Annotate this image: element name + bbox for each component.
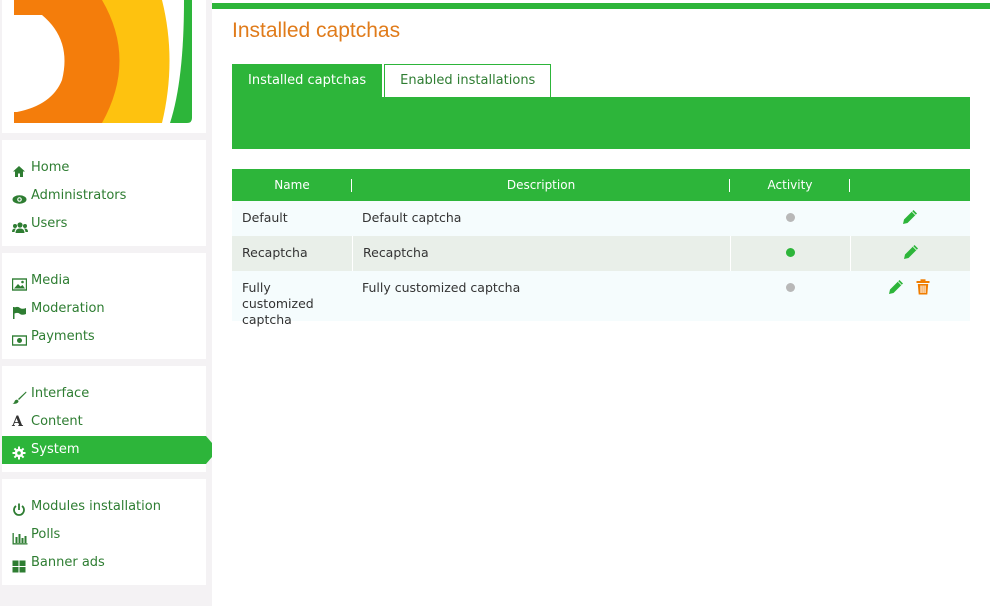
sidebar-item-label: Modules installation	[31, 499, 161, 514]
edit-icon[interactable]	[902, 209, 918, 225]
cell-activity	[730, 201, 850, 236]
sidebar-item-label: Home	[31, 160, 70, 175]
column-header-actions	[850, 169, 970, 201]
sidebar-item-label: Content	[31, 414, 83, 429]
trash-icon[interactable]	[916, 279, 932, 295]
tab-installed-captchas[interactable]: Installed captchas	[232, 64, 383, 97]
cell-actions	[850, 271, 970, 321]
cell-actions	[850, 236, 970, 271]
nav-group-extras: Modules installation Polls Banner ads	[2, 479, 206, 585]
sidebar-item-system[interactable]: System	[2, 436, 218, 464]
sidebar-item-polls[interactable]: Polls	[2, 521, 206, 549]
cell-name: Default	[242, 210, 288, 225]
sidebar-item-administrators[interactable]: Administrators	[2, 182, 206, 210]
captcha-table: Name Description Activity Default Defaul…	[232, 169, 970, 327]
cell-activity	[730, 271, 850, 321]
sidebar-item-moderation[interactable]: Moderation	[2, 295, 206, 323]
active-status-dot[interactable]	[786, 248, 795, 257]
sidebar-item-banner-ads[interactable]: Banner ads	[2, 549, 206, 577]
flag-icon	[12, 302, 28, 319]
cell-name: Recaptcha	[242, 245, 308, 260]
eye-icon	[12, 189, 28, 204]
cell-activity	[730, 236, 850, 271]
sidebar-item-payments[interactable]: Payments	[2, 323, 206, 351]
inactive-status-dot[interactable]	[785, 283, 795, 292]
sidebar-item-label: Administrators	[31, 188, 127, 203]
sidebar-item-label: Polls	[31, 527, 61, 542]
cell-actions	[850, 201, 970, 236]
cell-name: Fully customized captcha	[242, 280, 314, 327]
home-icon	[12, 161, 28, 177]
sidebar-item-users[interactable]: Users	[2, 210, 206, 238]
cell-description: Recaptcha	[352, 236, 730, 271]
sidebar-item-content[interactable]: A Content	[2, 408, 206, 436]
bar-chart-icon	[12, 528, 28, 545]
logo	[2, 0, 206, 133]
image-icon	[11, 274, 28, 291]
page-title: Installed captchas	[232, 19, 401, 42]
gear-icon	[12, 443, 28, 460]
money-icon	[11, 330, 28, 346]
edit-icon[interactable]	[903, 244, 919, 260]
sidebar-item-home[interactable]: Home	[2, 154, 206, 182]
sidebar: Home Administrators Users Media Moderati…	[0, 0, 218, 606]
column-header-name[interactable]: Name	[232, 169, 352, 201]
cell-description: Default captcha	[362, 210, 462, 225]
nav-group-content: Media Moderation Payments	[2, 253, 206, 359]
nav-group-settings: Interface A Content System	[2, 366, 218, 472]
table-row[interactable]: Default Default captcha	[232, 201, 970, 236]
cell-description: Fully customized captcha	[362, 280, 521, 295]
sidebar-item-modules-installation[interactable]: Modules installation	[2, 493, 206, 521]
column-header-description[interactable]: Description	[352, 169, 730, 201]
sidebar-item-label: Payments	[31, 329, 95, 344]
power-icon	[12, 500, 28, 516]
sidebar-item-label: Banner ads	[31, 555, 105, 570]
brush-icon	[12, 387, 28, 404]
column-header-activity[interactable]: Activity	[730, 169, 850, 201]
inactive-status-dot[interactable]	[785, 213, 795, 222]
main-content: Installed captchas Installed captchas En…	[212, 0, 990, 606]
tab-panel	[232, 97, 970, 149]
grid-icon	[12, 556, 28, 573]
nav-group-main: Home Administrators Users	[2, 140, 206, 246]
tab-bar: Installed captchas Enabled installations	[232, 64, 553, 97]
font-icon: A	[12, 414, 23, 430]
top-accent-bar	[212, 3, 990, 9]
table-header: Name Description Activity	[232, 169, 970, 201]
sidebar-item-label: Media	[31, 273, 71, 288]
table-row[interactable]: Recaptcha Recaptcha	[232, 236, 970, 271]
sidebar-item-interface[interactable]: Interface	[2, 380, 206, 408]
sidebar-item-label: Interface	[31, 386, 90, 401]
sidebar-item-label: Users	[31, 216, 68, 231]
sidebar-item-media[interactable]: Media	[2, 267, 206, 295]
edit-icon[interactable]	[888, 279, 904, 295]
table-row[interactable]: Fully customized captcha Fully customize…	[232, 271, 970, 327]
users-icon	[12, 217, 28, 233]
sidebar-item-label: Moderation	[31, 301, 105, 316]
tab-enabled-installations[interactable]: Enabled installations	[384, 64, 552, 97]
sidebar-item-label: System	[31, 442, 80, 457]
